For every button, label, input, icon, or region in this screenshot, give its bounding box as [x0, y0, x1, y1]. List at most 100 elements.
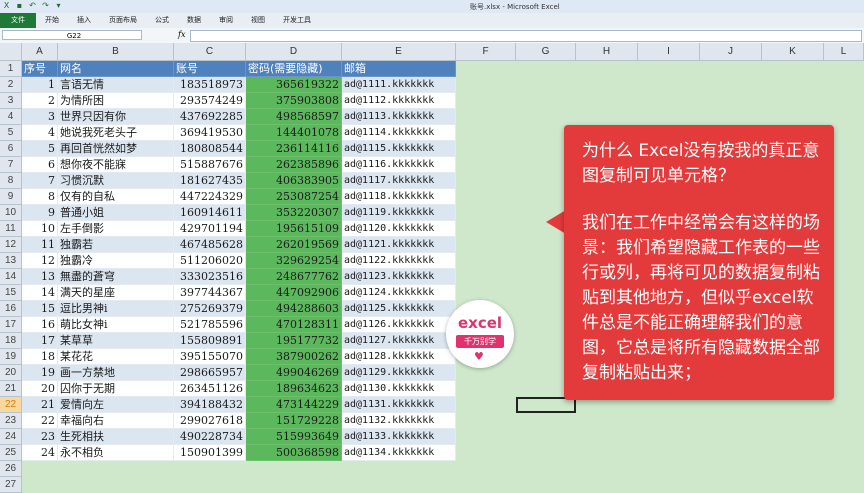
data-cell-C11[interactable]: 429701194 [174, 221, 246, 237]
data-cell-A3[interactable]: 2 [22, 93, 58, 109]
data-cell-C13[interactable]: 511206020 [174, 253, 246, 269]
data-cell-C3[interactable]: 293574249 [174, 93, 246, 109]
data-cell-B25[interactable]: 永不相负 [58, 445, 174, 461]
data-cell-D8[interactable]: 406383905 [246, 173, 342, 189]
row-header-6[interactable]: 6 [0, 141, 22, 157]
data-cell-D4[interactable]: 498568597 [246, 109, 342, 125]
data-cell-B7[interactable]: 想你夜不能寐 [58, 157, 174, 173]
data-cell-E8[interactable]: ad@1117.kkkkkkk [342, 173, 456, 189]
data-cell-C21[interactable]: 263451126 [174, 381, 246, 397]
data-cell-B17[interactable]: 萌比女神i [58, 317, 174, 333]
data-cell-A8[interactable]: 7 [22, 173, 58, 189]
data-cell-A24[interactable]: 23 [22, 429, 58, 445]
column-header-B[interactable]: B [58, 43, 174, 61]
data-cell-E15[interactable]: ad@1124.kkkkkkk [342, 285, 456, 301]
data-cell-B15[interactable]: 满天的星座 [58, 285, 174, 301]
ribbon-tab-5[interactable]: 数据 [178, 13, 210, 28]
row-header-7[interactable]: 7 [0, 157, 22, 173]
row-header-13[interactable]: 13 [0, 253, 22, 269]
data-cell-A15[interactable]: 14 [22, 285, 58, 301]
column-header-H[interactable]: H [576, 43, 638, 61]
data-cell-C16[interactable]: 275269379 [174, 301, 246, 317]
data-cell-C10[interactable]: 160914611 [174, 205, 246, 221]
data-cell-A13[interactable]: 12 [22, 253, 58, 269]
data-cell-D9[interactable]: 253087254 [246, 189, 342, 205]
data-cell-D11[interactable]: 195615109 [246, 221, 342, 237]
row-header-14[interactable]: 14 [0, 269, 22, 285]
column-header-I[interactable]: I [638, 43, 700, 61]
data-cell-D24[interactable]: 515993649 [246, 429, 342, 445]
data-cell-B19[interactable]: 某花花 [58, 349, 174, 365]
data-cell-D14[interactable]: 248677762 [246, 269, 342, 285]
undo-icon[interactable]: ↶ [28, 1, 37, 10]
header-cell-E[interactable]: 邮箱 [342, 61, 456, 77]
column-header-F[interactable]: F [456, 43, 516, 61]
ribbon-tab-8[interactable]: 开发工具 [274, 13, 320, 28]
row-header-27[interactable]: 27 [0, 477, 22, 493]
data-cell-D12[interactable]: 262019569 [246, 237, 342, 253]
ribbon-tab-7[interactable]: 视图 [242, 13, 274, 28]
data-cell-A21[interactable]: 20 [22, 381, 58, 397]
column-header-J[interactable]: J [700, 43, 762, 61]
data-cell-E21[interactable]: ad@1130.kkkkkkk [342, 381, 456, 397]
data-cell-C4[interactable]: 437692285 [174, 109, 246, 125]
data-cell-C7[interactable]: 515887676 [174, 157, 246, 173]
data-cell-B9[interactable]: 仅有的自私 [58, 189, 174, 205]
data-cell-B5[interactable]: 她说我死老头子 [58, 125, 174, 141]
data-cell-C23[interactable]: 299027618 [174, 413, 246, 429]
column-header-D[interactable]: D [246, 43, 342, 61]
name-box[interactable]: G22 [2, 30, 142, 40]
data-cell-B23[interactable]: 幸福向右 [58, 413, 174, 429]
header-cell-D[interactable]: 密码(需要隐藏) [246, 61, 342, 77]
data-cell-D6[interactable]: 236114116 [246, 141, 342, 157]
data-cell-E24[interactable]: ad@1133.kkkkkkk [342, 429, 456, 445]
data-cell-A18[interactable]: 17 [22, 333, 58, 349]
row-header-23[interactable]: 23 [0, 413, 22, 429]
ribbon-tab-2[interactable]: 插入 [68, 13, 100, 28]
data-cell-B8[interactable]: 习惯沉默 [58, 173, 174, 189]
data-cell-D3[interactable]: 375903808 [246, 93, 342, 109]
data-cell-C8[interactable]: 181627435 [174, 173, 246, 189]
row-header-18[interactable]: 18 [0, 333, 22, 349]
formula-input[interactable] [190, 30, 862, 42]
ribbon-tab-3[interactable]: 页面布局 [100, 13, 146, 28]
data-cell-C19[interactable]: 395155070 [174, 349, 246, 365]
data-cell-D2[interactable]: 365619322 [246, 77, 342, 93]
data-cell-C20[interactable]: 298665957 [174, 365, 246, 381]
ribbon-tab-0[interactable]: 文件 [0, 13, 36, 28]
select-all-corner[interactable] [0, 43, 22, 61]
column-header-G[interactable]: G [516, 43, 576, 61]
row-header-25[interactable]: 25 [0, 445, 22, 461]
data-cell-E19[interactable]: ad@1128.kkkkkkk [342, 349, 456, 365]
row-header-26[interactable]: 26 [0, 461, 22, 477]
data-cell-D16[interactable]: 494288603 [246, 301, 342, 317]
data-cell-D7[interactable]: 262385896 [246, 157, 342, 173]
data-cell-A4[interactable]: 3 [22, 109, 58, 125]
data-cell-E11[interactable]: ad@1120.kkkkkkk [342, 221, 456, 237]
data-cell-E6[interactable]: ad@1115.kkkkkkk [342, 141, 456, 157]
data-cell-B24[interactable]: 生死相扶 [58, 429, 174, 445]
data-cell-A9[interactable]: 8 [22, 189, 58, 205]
data-cell-B14[interactable]: 無盡的蒼穹 [58, 269, 174, 285]
data-cell-B18[interactable]: 某草草 [58, 333, 174, 349]
data-cell-B16[interactable]: 逗比男神i [58, 301, 174, 317]
data-cell-B4[interactable]: 世界只因有你 [58, 109, 174, 125]
row-header-10[interactable]: 10 [0, 205, 22, 221]
row-header-8[interactable]: 8 [0, 173, 22, 189]
row-header-17[interactable]: 17 [0, 317, 22, 333]
data-cell-D20[interactable]: 499046269 [246, 365, 342, 381]
data-cell-C25[interactable]: 150901399 [174, 445, 246, 461]
data-cell-B6[interactable]: 再回首恍然如梦 [58, 141, 174, 157]
data-cell-E2[interactable]: ad@1111.kkkkkkk [342, 77, 456, 93]
data-cell-D25[interactable]: 500368598 [246, 445, 342, 461]
data-cell-D5[interactable]: 144401078 [246, 125, 342, 141]
data-cell-B21[interactable]: 囚你于无期 [58, 381, 174, 397]
data-cell-A11[interactable]: 10 [22, 221, 58, 237]
data-cell-C9[interactable]: 447224329 [174, 189, 246, 205]
row-header-1[interactable]: 1 [0, 61, 22, 77]
data-cell-C24[interactable]: 490228734 [174, 429, 246, 445]
row-header-4[interactable]: 4 [0, 109, 22, 125]
data-cell-E23[interactable]: ad@1132.kkkkkkk [342, 413, 456, 429]
data-cell-D13[interactable]: 329629254 [246, 253, 342, 269]
row-header-22[interactable]: 22 [0, 397, 22, 413]
